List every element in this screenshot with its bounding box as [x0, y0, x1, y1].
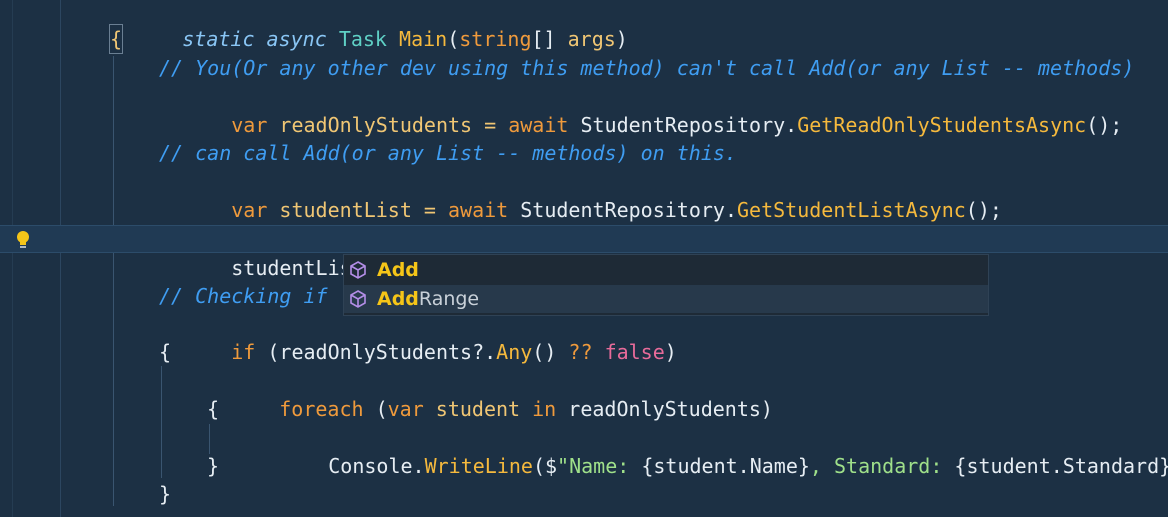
- code-line[interactable]: static async Task Main(string[] args): [0, 0, 1168, 51]
- lightbulb-icon[interactable]: [14, 230, 32, 250]
- completion-item[interactable]: Add: [344, 256, 988, 284]
- code-comment: // Checking if: [159, 284, 328, 308]
- method-cube-icon: [350, 290, 366, 308]
- code-line[interactable]: {: [0, 395, 1168, 423]
- code-line[interactable]: // You(Or any other dev using this metho…: [0, 54, 1168, 82]
- intellisense-popup[interactable]: Add AddRange: [343, 254, 989, 316]
- code-line[interactable]: foreach (var student in readOnlyStudents…: [0, 367, 1168, 421]
- code-editor[interactable]: static async Task Main(string[] args) { …: [0, 0, 1168, 517]
- code-line[interactable]: var studentList = await StudentRepositor…: [0, 168, 1168, 222]
- completion-item-selected[interactable]: AddRange: [344, 285, 988, 313]
- method-cube-icon: [350, 261, 366, 279]
- code-comment: // You(Or any other dev using this metho…: [159, 56, 1135, 80]
- code-line[interactable]: }: [0, 480, 1168, 508]
- code-line[interactable]: // can call Add(or any List -- methods) …: [0, 139, 1168, 167]
- code-line[interactable]: var readOnlyStudents = await StudentRepo…: [0, 83, 1168, 137]
- code-line[interactable]: }: [0, 452, 1168, 480]
- code-comment: // can call Add(or any List -- methods) …: [159, 141, 737, 165]
- code-line[interactable]: Console.WriteLine($"Name: {student.Name}…: [0, 424, 1168, 478]
- current-line[interactable]: studentList.add: [0, 225, 1168, 280]
- code-line[interactable]: {: [0, 338, 1168, 366]
- matching-brace: {: [108, 24, 124, 54]
- code-line[interactable]: {: [0, 24, 1168, 54]
